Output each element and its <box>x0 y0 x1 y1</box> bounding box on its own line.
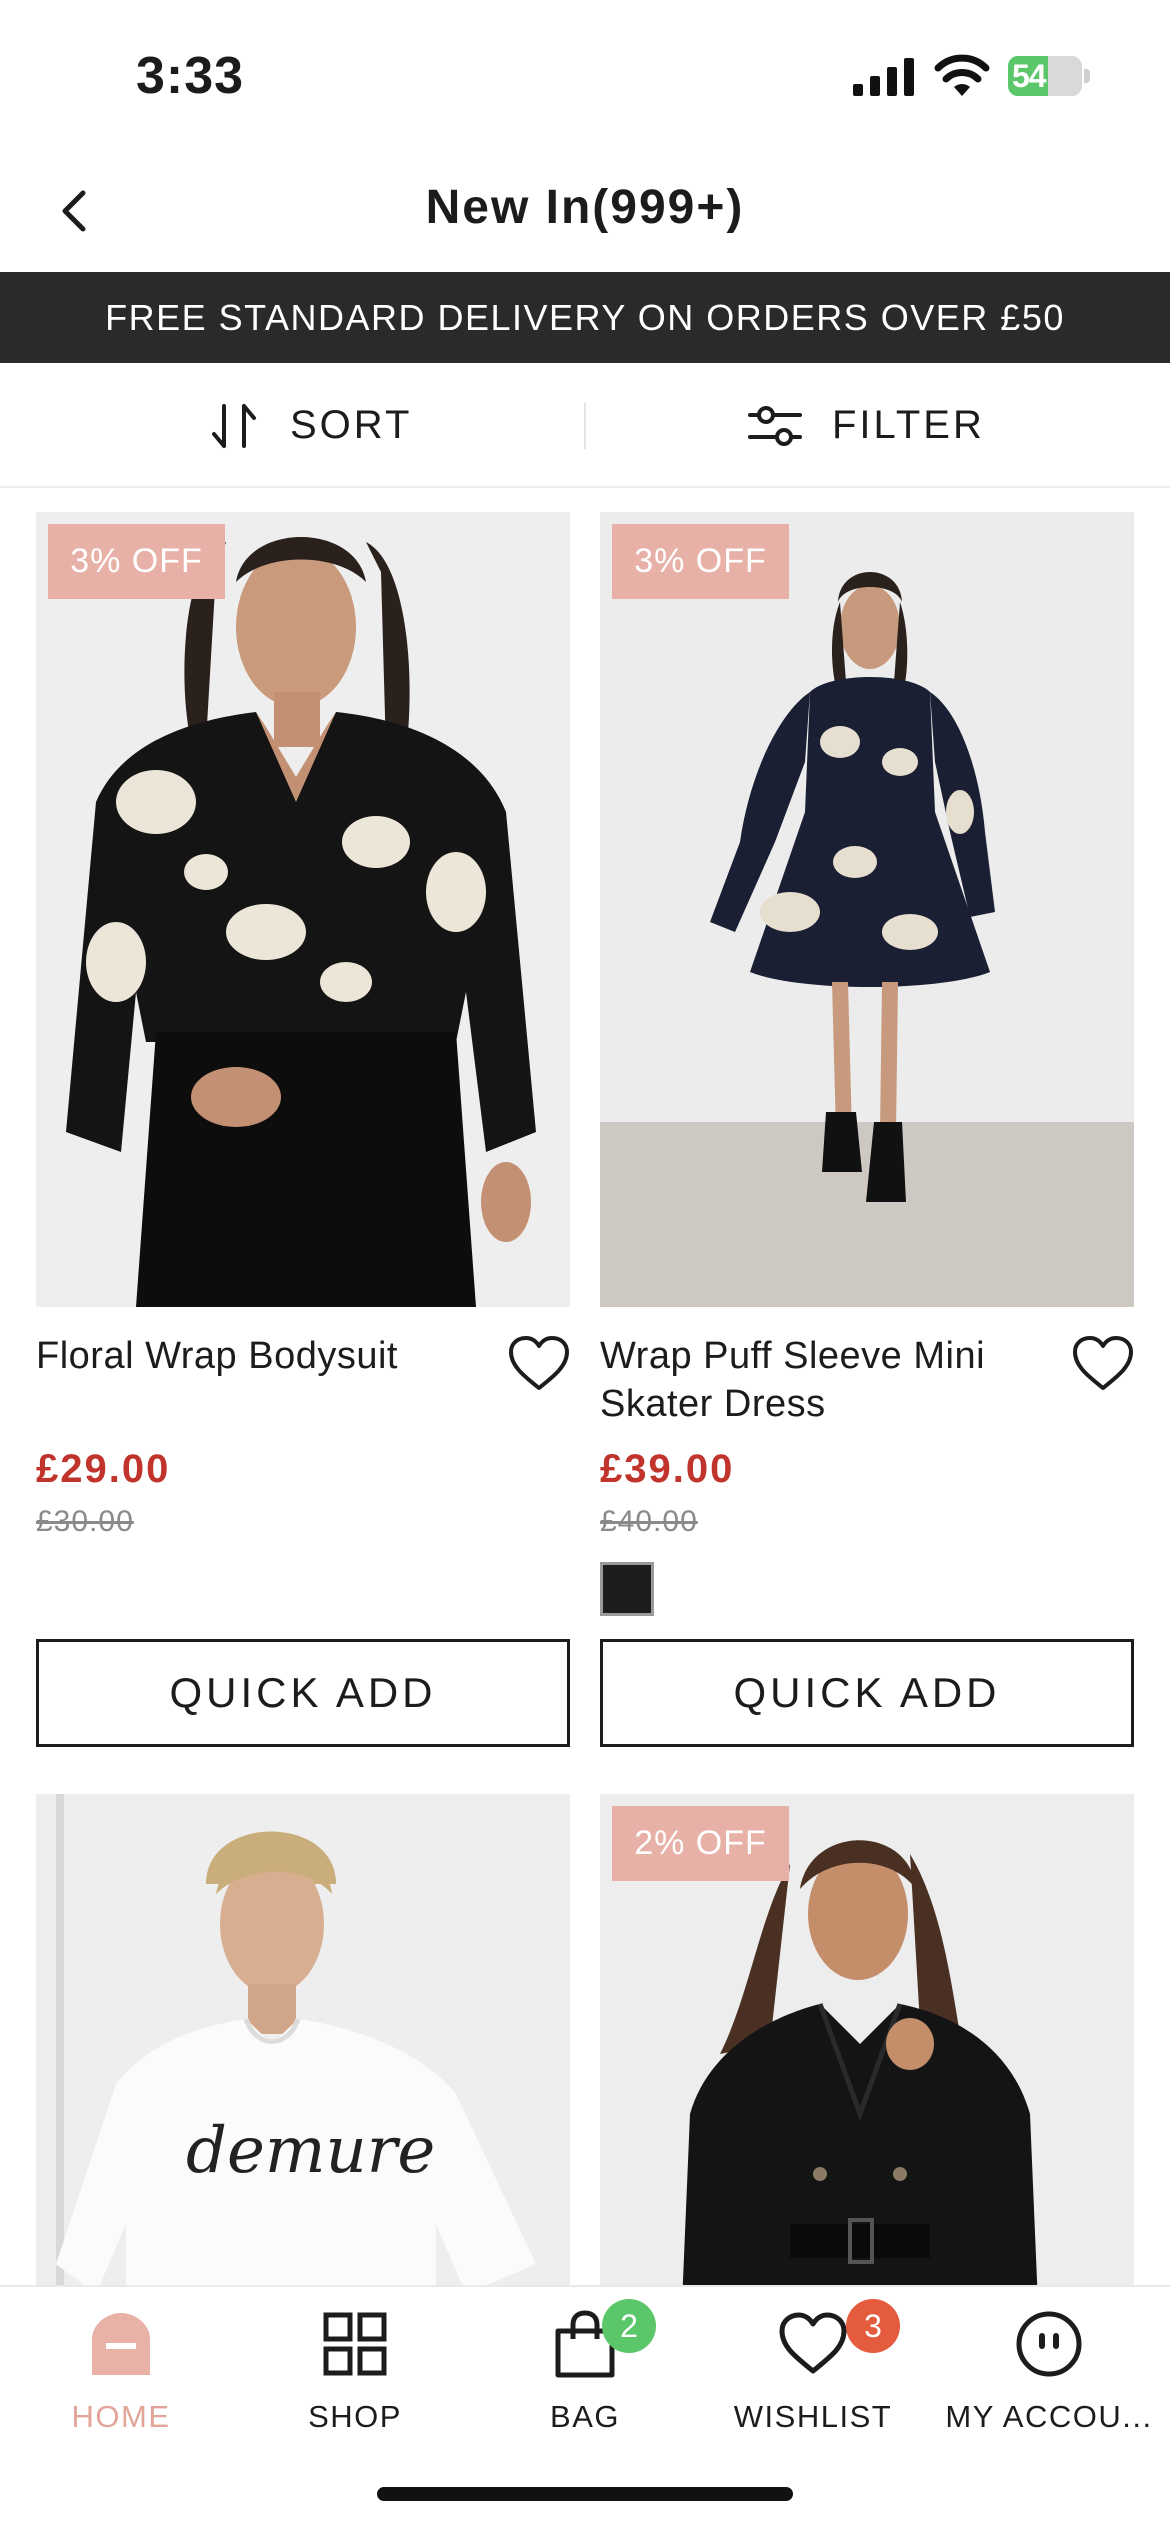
heart-icon[interactable] <box>1070 1334 1136 1394</box>
quick-add-button[interactable]: QUICK ADD <box>36 1639 570 1747</box>
quick-add-button[interactable]: QUICK ADD <box>600 1639 1134 1747</box>
wifi-icon <box>934 54 990 96</box>
tab-label: SHOP <box>308 2399 402 2434</box>
sort-label: SORT <box>290 403 413 447</box>
filter-label: FILTER <box>832 403 985 447</box>
grid-icon <box>323 2312 387 2376</box>
status-time: 3:33 <box>136 47 245 105</box>
tab-label: BAG <box>550 2399 620 2434</box>
discount-badge: 3% OFF <box>612 524 789 599</box>
tab-wishlist[interactable]: 3 WISHLIST <box>696 2297 930 2447</box>
promo-text: FREE STANDARD DELIVERY ON ORDERS OVER £5… <box>105 296 1065 338</box>
cellular-signal-icon <box>853 58 914 96</box>
divider <box>584 403 586 449</box>
page-title: New In(999+) <box>425 181 745 234</box>
tab-label: MY ACCOU... <box>945 2399 1153 2434</box>
tab-bag[interactable]: 2 BAG <box>468 2297 702 2447</box>
app-header: New In(999+) <box>0 150 1170 272</box>
tab-home[interactable]: HOME <box>4 2297 238 2447</box>
original-price: £40.00 <box>600 1505 698 1538</box>
status-bar: 3:33 54 <box>0 0 1170 150</box>
original-price: £30.00 <box>36 1505 134 1538</box>
wishlist-count-badge: 3 <box>846 2299 900 2353</box>
battery-percent: 54 <box>1012 58 1047 94</box>
filter-button[interactable]: FILTER <box>748 363 985 488</box>
discount-badge: 2% OFF <box>612 1806 789 1881</box>
product-image[interactable]: 3% OFF <box>36 512 570 1307</box>
product-image[interactable]: 3% OFF <box>600 512 1134 1307</box>
home-indicator <box>377 2487 793 2501</box>
home-icon <box>92 2313 150 2375</box>
discount-badge: 3% OFF <box>48 524 225 599</box>
floral-bodysuit-image <box>36 512 570 1307</box>
tab-shop[interactable]: SHOP <box>238 2297 472 2447</box>
sale-price: £39.00 <box>600 1447 735 1491</box>
tab-my-account[interactable]: MY ACCOU... <box>932 2297 1166 2447</box>
product-name[interactable]: Wrap Puff Sleeve Mini Skater Dress <box>600 1332 1040 1428</box>
sort-filter-bar: SORT FILTER <box>0 363 1170 488</box>
heart-icon[interactable] <box>506 1334 572 1394</box>
tab-label: HOME <box>71 2399 171 2434</box>
filter-sliders-icon <box>748 405 802 446</box>
bag-count-badge: 2 <box>602 2299 656 2353</box>
tshirt-print-text: demure <box>186 2114 436 2188</box>
sale-price: £29.00 <box>36 1447 171 1491</box>
floral-dress-image <box>600 512 1134 1307</box>
product-name[interactable]: Floral Wrap Bodysuit <box>36 1332 476 1380</box>
color-swatch[interactable] <box>600 1562 654 1616</box>
sort-arrows-icon <box>212 403 256 448</box>
account-face-icon <box>1016 2311 1082 2377</box>
promo-banner[interactable]: FREE STANDARD DELIVERY ON ORDERS OVER £5… <box>0 272 1170 363</box>
tab-label: WISHLIST <box>733 2399 893 2434</box>
sort-button[interactable]: SORT <box>210 363 412 488</box>
heart-icon <box>779 2312 847 2374</box>
battery-icon: 54 <box>1008 56 1090 96</box>
